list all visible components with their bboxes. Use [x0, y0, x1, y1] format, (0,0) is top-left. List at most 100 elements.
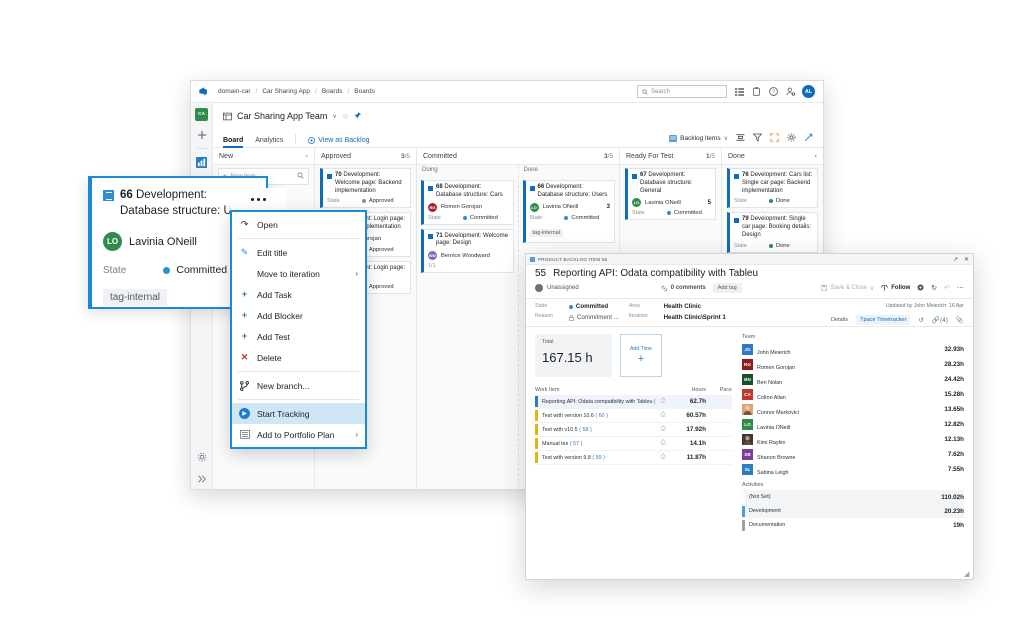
card-more-actions-button[interactable] [230, 188, 286, 210]
activity-row[interactable]: Documentation 19h [742, 518, 964, 532]
avatar: SB [742, 449, 753, 460]
new-icon[interactable] [195, 128, 208, 141]
backlog-items-selector[interactable]: Backlog items ∨ [669, 135, 728, 142]
menu-item-add-task[interactable]: + Add Task [232, 284, 365, 305]
menu-item-start-tracking[interactable]: ▶ Start Tracking [232, 403, 365, 424]
team-row[interactable]: SL Sabina Leigh 7.55h [742, 462, 964, 477]
breadcrumb-org[interactable]: domain-car [218, 88, 251, 95]
favorite-star-icon[interactable]: ☆ [342, 112, 349, 121]
copy-icon[interactable]: ⎙ [656, 412, 670, 419]
activity-row[interactable]: Development 20.23h [742, 504, 964, 518]
work-item-assignee[interactable]: Unassigned [535, 284, 579, 292]
work-item-title[interactable]: Reporting API: Odata compatibility with … [553, 268, 758, 279]
work-item-type-icon [734, 218, 739, 223]
copy-icon[interactable]: ⎙ [656, 398, 670, 405]
menu-item-edit-title[interactable]: ✎ Edit title [232, 242, 365, 263]
board-card[interactable]: 67 Development: Database structure: Gene… [625, 168, 716, 220]
settings-icon[interactable] [917, 284, 924, 293]
timetracker-work-item-row[interactable]: Reporting API: Odata compatibility with … [535, 395, 732, 409]
expand-icon[interactable] [195, 472, 208, 485]
highlight-card-tag[interactable]: tag-internal [103, 289, 167, 306]
tab-details[interactable]: Details [831, 317, 848, 323]
pin-icon[interactable] [354, 112, 361, 121]
work-item-comments[interactable]: 0 comments [661, 285, 706, 292]
work-item-detail-panel: PRODUCT BACKLOG ITEM 55 ↗ ✕ 55 Reporting… [525, 253, 974, 580]
area-value[interactable]: Health Clinic [664, 303, 726, 310]
help-icon[interactable]: ? [768, 87, 778, 97]
board-card[interactable]: 71 Development: Welcome page: Design BW … [421, 229, 514, 274]
azure-devops-logo-icon[interactable] [197, 85, 210, 98]
menu-item-move-to-iteration[interactable]: Move to iteration › [232, 263, 365, 284]
settings-icon[interactable] [195, 450, 208, 463]
iteration-value[interactable]: Health Clinic\Sprint 1 [664, 314, 726, 321]
clipboard-icon[interactable] [751, 87, 761, 97]
breadcrumb-hub[interactable]: Boards [322, 88, 343, 95]
attachments-icon[interactable]: 📎 [956, 316, 964, 324]
collapse-column-icon[interactable]: ‹ [306, 153, 308, 160]
save-and-close-button[interactable]: Save & Close ∨ [821, 285, 874, 292]
user-settings-icon[interactable] [785, 87, 795, 97]
activity-row[interactable]: (Not Set) 110.02h [742, 490, 964, 504]
card-state-value: Done [769, 243, 790, 249]
more-actions-icon[interactable]: ⋯ [957, 284, 964, 292]
total-label: Total [542, 339, 605, 345]
timetracker-work-item-row[interactable]: Test with version 10.6 ( 60 ) ⎙ 60.57h [535, 409, 732, 423]
menu-item-add-blocker[interactable]: + Add Blocker [232, 305, 365, 326]
board-card[interactable]: 76 Development: Cars list: Single car pa… [727, 168, 818, 208]
add-time-button[interactable]: Add Time + [620, 334, 662, 377]
timetracker-work-item-row[interactable]: Test with version 9.8 ( 59 ) ⎙ 11.87h [535, 451, 732, 465]
search-icon[interactable] [297, 172, 304, 181]
refresh-icon[interactable]: ↻ [931, 284, 937, 292]
close-icon[interactable]: ✕ [964, 256, 969, 263]
board-card[interactable]: 70 Development: Welcome page: Backend im… [320, 168, 411, 208]
project-avatar[interactable]: CA [195, 108, 208, 121]
follow-button[interactable]: Follow [881, 285, 910, 291]
card-tag[interactable]: tag-internal [530, 229, 564, 237]
work-item-type-icon [327, 174, 332, 179]
timetracker-body: Total 167.15 h Add Time + Work Item Hour… [526, 327, 973, 579]
chevron-down-icon[interactable]: ∨ [332, 113, 336, 120]
timetracker-work-item-row[interactable]: Manual tes ( 57 ) ⎙ 14.1h [535, 437, 732, 451]
card-state-value: Committed [564, 215, 599, 221]
timetracker-work-item-row[interactable]: Test with v10.5 ( 58 ) ⎙ 17.92h [535, 423, 732, 437]
reason-value[interactable]: Commitment ... [569, 314, 619, 321]
tab-analytics[interactable]: Analytics [255, 137, 283, 147]
copy-icon[interactable]: ⎙ [656, 440, 670, 447]
maximize-icon[interactable]: ↗ [953, 256, 958, 263]
column-count: 1/5 [706, 153, 715, 160]
menu-item-delete[interactable]: ✕ Delete [232, 347, 365, 368]
board-card[interactable]: 68 Development: Database structure: Cars… [421, 180, 514, 225]
copy-icon[interactable]: ⎙ [656, 454, 670, 461]
board-card[interactable]: 66 Development: Database structure: User… [523, 180, 616, 243]
menu-item-add-to-portfolio-plan[interactable]: Add to Portfolio Plan › [232, 424, 365, 445]
avatar[interactable]: AL [802, 85, 815, 98]
grid-icon[interactable] [734, 87, 744, 97]
history-icon[interactable]: ↺ [918, 316, 923, 324]
breadcrumb-page[interactable]: Boards [354, 88, 375, 95]
filter-icon[interactable] [753, 133, 762, 144]
expand-icon[interactable] [804, 133, 813, 144]
person-filter-icon[interactable] [736, 133, 745, 144]
search-input[interactable]: Search [637, 85, 727, 98]
board-card[interactable]: 79 Development: Single car page: Booking… [727, 212, 818, 252]
menu-item-add-test[interactable]: + Add Test [232, 326, 365, 347]
team-name[interactable]: Car Sharing App Team [237, 111, 327, 121]
menu-item-open[interactable]: ↷ Open [232, 214, 365, 235]
tab-board[interactable]: Board [223, 137, 243, 147]
fullscreen-icon[interactable] [770, 133, 779, 144]
state-value[interactable]: Committed [569, 303, 619, 310]
breadcrumb-project[interactable]: Car Sharing App [262, 88, 310, 95]
copy-icon[interactable]: ⎙ [656, 426, 670, 433]
view-as-backlog-button[interactable]: View as Backlog [308, 137, 369, 147]
sublane-title: Done [519, 165, 620, 178]
settings-icon[interactable] [787, 133, 796, 144]
resize-handle[interactable]: ◢ [964, 570, 971, 577]
add-tag-button[interactable]: Add tag [713, 283, 742, 293]
undo-icon[interactable]: ↶ [944, 284, 950, 292]
overview-icon[interactable] [195, 156, 208, 169]
card-state-value: Committed [463, 215, 498, 221]
tab-tpace-timetracker[interactable]: Tpace Timetracker [856, 315, 910, 325]
links-icon[interactable]: 🔗(4) [932, 316, 948, 324]
collapse-column-icon[interactable]: ‹ [815, 153, 817, 160]
menu-item-new-branch[interactable]: New branch... [232, 375, 365, 396]
